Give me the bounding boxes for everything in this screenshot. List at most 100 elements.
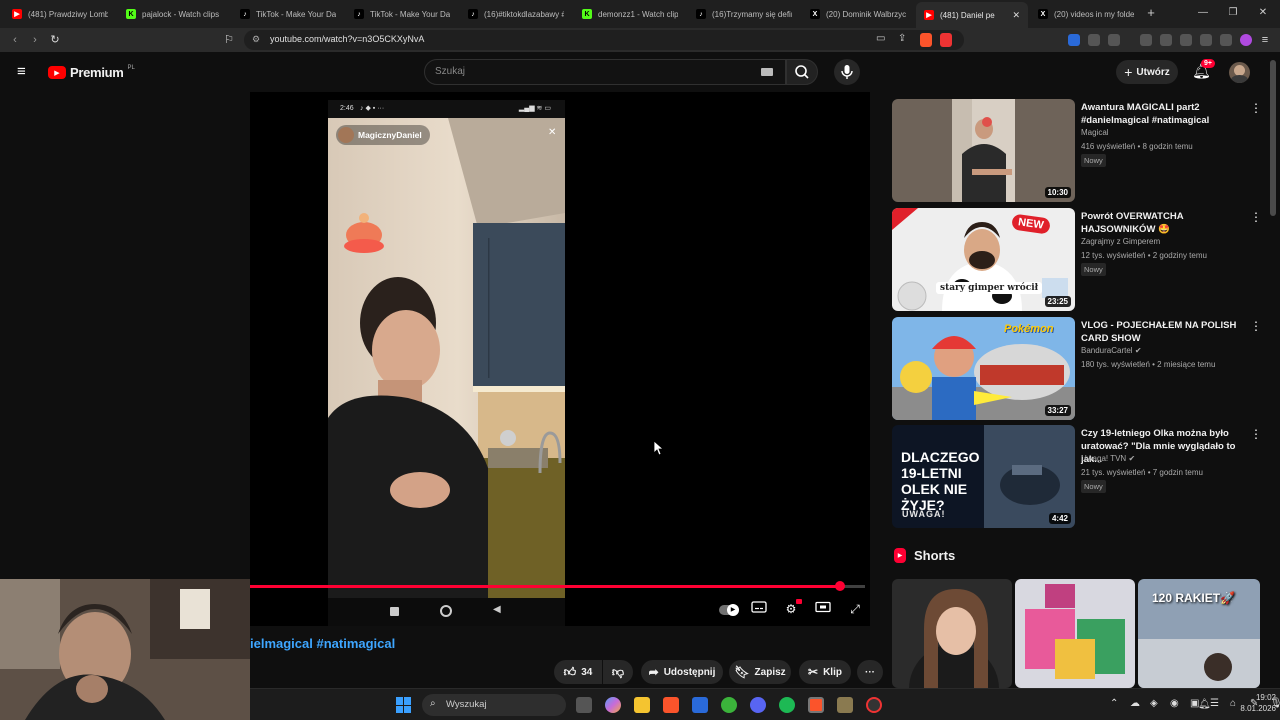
share-icon[interactable]: ⇪ (898, 33, 906, 44)
task-view-icon[interactable] (576, 697, 592, 713)
channel-name[interactable]: BanduraCartel ✔ (1081, 346, 1142, 355)
recommended-video[interactable]: 10:30 Awantura MAGICALI part2 #danielmag… (892, 99, 1264, 203)
autoplay-toggle[interactable]: ▶ (718, 601, 740, 617)
minimize-icon[interactable]: — (1196, 6, 1210, 20)
more-vert-icon[interactable]: ⋮ (1250, 101, 1262, 115)
restore-icon[interactable]: ❐ (1226, 6, 1240, 20)
hamburger-menu-icon[interactable]: ≡ (17, 64, 26, 79)
dislike-button[interactable]: 👎︎ (603, 660, 633, 684)
more-vert-icon[interactable]: ⋮ (1250, 319, 1262, 333)
taskbar-clock[interactable]: 19:02 8.01.2026 (1222, 692, 1276, 714)
spotify-icon[interactable] (779, 697, 795, 713)
puzzle-icon[interactable] (1088, 34, 1100, 46)
short-thumbnail[interactable] (892, 579, 1012, 688)
site-info-icon[interactable]: ⚙ (252, 34, 260, 45)
progress-scrubber[interactable] (835, 581, 846, 591)
clip-button[interactable]: ✂ Klip (799, 660, 851, 684)
keyboard-icon[interactable] (761, 68, 773, 76)
profile-icon[interactable] (1240, 34, 1252, 46)
app-green-icon[interactable] (721, 697, 737, 713)
short-thumbnail[interactable] (1015, 579, 1135, 688)
tray-app-icon[interactable]: ☰ (1210, 698, 1219, 709)
short-caption: 120 RAKIET🚀 (1152, 591, 1235, 605)
brave-browser-icon[interactable] (663, 697, 679, 713)
browser-tab[interactable]: ♪ TikTok - Make Your Da (346, 4, 458, 24)
short-thumbnail[interactable]: 120 RAKIET🚀 (1138, 579, 1260, 688)
tray-app-icon[interactable]: ☁ (1130, 698, 1140, 709)
video-thumbnail[interactable]: NEW stary gimper wrócił 23:25 (892, 208, 1075, 311)
brave-rewards-icon[interactable] (940, 33, 952, 47)
share-button[interactable]: ➦ Udostępnij (641, 660, 723, 684)
obs-icon[interactable] (866, 697, 882, 713)
page-scrollbar[interactable] (1270, 60, 1276, 216)
copilot-icon[interactable] (605, 697, 621, 713)
youtube-header: ≡ ▶ Premium PL Szukaj + Utwórz 🔔︎ 9+ (0, 52, 1280, 92)
like-button[interactable]: 👍︎ 34 (554, 660, 602, 684)
tray-app-icon[interactable]: ◈ (1150, 698, 1158, 709)
cast-icon[interactable]: ▭ (876, 33, 885, 44)
recommended-video[interactable]: Pokémon 33:27 VLOG - POJECHAŁEM NA POLIS… (892, 317, 1264, 421)
kick-icon: K (126, 9, 136, 19)
create-button[interactable]: + Utwórz (1116, 60, 1178, 84)
bookmark-icon[interactable]: ⚐ (222, 33, 236, 47)
voice-search-button[interactable] (834, 59, 860, 85)
avatar[interactable] (1229, 62, 1250, 83)
notification-center-icon[interactable]: 🔔︎ (1198, 699, 1211, 710)
sidebar-icon[interactable] (1160, 34, 1172, 46)
taskbar-search-input[interactable]: ⌕ Wyszukaj (422, 694, 566, 716)
recommended-video[interactable]: DLACZEGO 19-LETNI OLEK NIE ŻYJE? UWAGA! … (892, 425, 1264, 529)
brave-shield-icon[interactable] (920, 33, 932, 47)
channel-name[interactable]: Uwaga! TVN ✔ (1081, 454, 1135, 463)
discord-icon[interactable] (750, 697, 766, 713)
recommended-video[interactable]: NEW stary gimper wrócił 23:25 Powrót OVE… (892, 208, 1264, 312)
browser-tab[interactable]: X (20) Dominik Walbrzyc (802, 4, 914, 24)
status-icons: ♪ ◆ ▪ ··· (360, 105, 385, 112)
browser-tab-active[interactable]: ▶ (481) Daniel pe ✕ (916, 2, 1028, 28)
browser-tab[interactable]: K pajalock - Watch clips (118, 4, 230, 24)
back-icon[interactable]: ‹ (8, 33, 22, 47)
video-thumbnail[interactable]: DLACZEGO 19-LETNI OLEK NIE ŻYJE? UWAGA! … (892, 425, 1075, 528)
video-player[interactable]: 2:46 ♪ ◆ ▪ ··· ▂▄▆ ≋ ▭ MagicznyDaniel ✕ … (250, 92, 870, 626)
save-button[interactable]: 🔖︎ Zapisz (729, 660, 791, 684)
browser-tab[interactable]: ♪ (16)Trzymamy się defin (688, 4, 800, 24)
more-vert-icon[interactable]: ⋮ (1250, 210, 1262, 224)
fullscreen-icon[interactable]: ⤢ (846, 601, 864, 617)
close-icon[interactable]: ✕ (1012, 10, 1020, 21)
video-thumbnail[interactable]: Pokémon 33:27 (892, 317, 1075, 420)
windows-start-icon[interactable] (396, 697, 412, 713)
store-icon[interactable] (692, 697, 708, 713)
menu-icon[interactable]: ≡ (1258, 33, 1272, 47)
browser-tab[interactable]: ▶ (481) Prawdziwy Lomb (4, 4, 116, 24)
wallet-icon[interactable] (1180, 34, 1192, 46)
youtube-logo[interactable]: ▶ Premium PL (48, 65, 135, 80)
search-button[interactable] (786, 59, 818, 85)
video-thumbnail[interactable]: 10:30 (892, 99, 1075, 202)
media-icon[interactable] (1140, 34, 1152, 46)
new-tab-icon[interactable]: + (1144, 6, 1158, 20)
tray-chevron-icon[interactable]: ⌃ (1110, 698, 1118, 709)
brave-active-icon[interactable] (808, 697, 824, 713)
leo-icon[interactable] (1200, 34, 1212, 46)
file-explorer-icon[interactable] (634, 697, 650, 713)
progress-bar[interactable] (250, 581, 865, 591)
address-bar[interactable]: ⚙ youtube.com/watch?v=n3O5CKXyNvA ▭ ⇪ (244, 30, 964, 50)
window-close-icon[interactable]: ✕ (1256, 6, 1270, 20)
theater-mode-icon[interactable] (814, 601, 832, 617)
browser-tab[interactable]: X (20) videos in my folde (1030, 4, 1142, 24)
forward-icon[interactable]: › (28, 33, 42, 47)
settings-gear-icon[interactable]: ⚙ (782, 599, 802, 617)
browser-tab[interactable]: K demonzz1 - Watch clip (574, 4, 686, 24)
browser-tab[interactable]: ♪ (16)#tiktokdlazabawy # (460, 4, 572, 24)
more-vert-icon[interactable]: ⋮ (1250, 427, 1262, 441)
extension-icon[interactable] (1068, 34, 1080, 46)
browser-tab[interactable]: ♪ TikTok - Make Your Da (232, 4, 344, 24)
more-actions-button[interactable]: ··· (857, 660, 883, 684)
subtitles-icon[interactable] (750, 601, 768, 617)
vpn-icon[interactable] (1220, 34, 1232, 46)
search-input[interactable]: Szukaj (424, 59, 786, 85)
video-title-hashtags[interactable]: ielmagical #natimagical (250, 636, 395, 651)
reload-icon[interactable]: ↻ (48, 33, 62, 47)
tray-app-icon[interactable]: ◉ (1170, 698, 1179, 709)
reader-icon[interactable] (1108, 34, 1120, 46)
app-icon[interactable] (837, 697, 853, 713)
